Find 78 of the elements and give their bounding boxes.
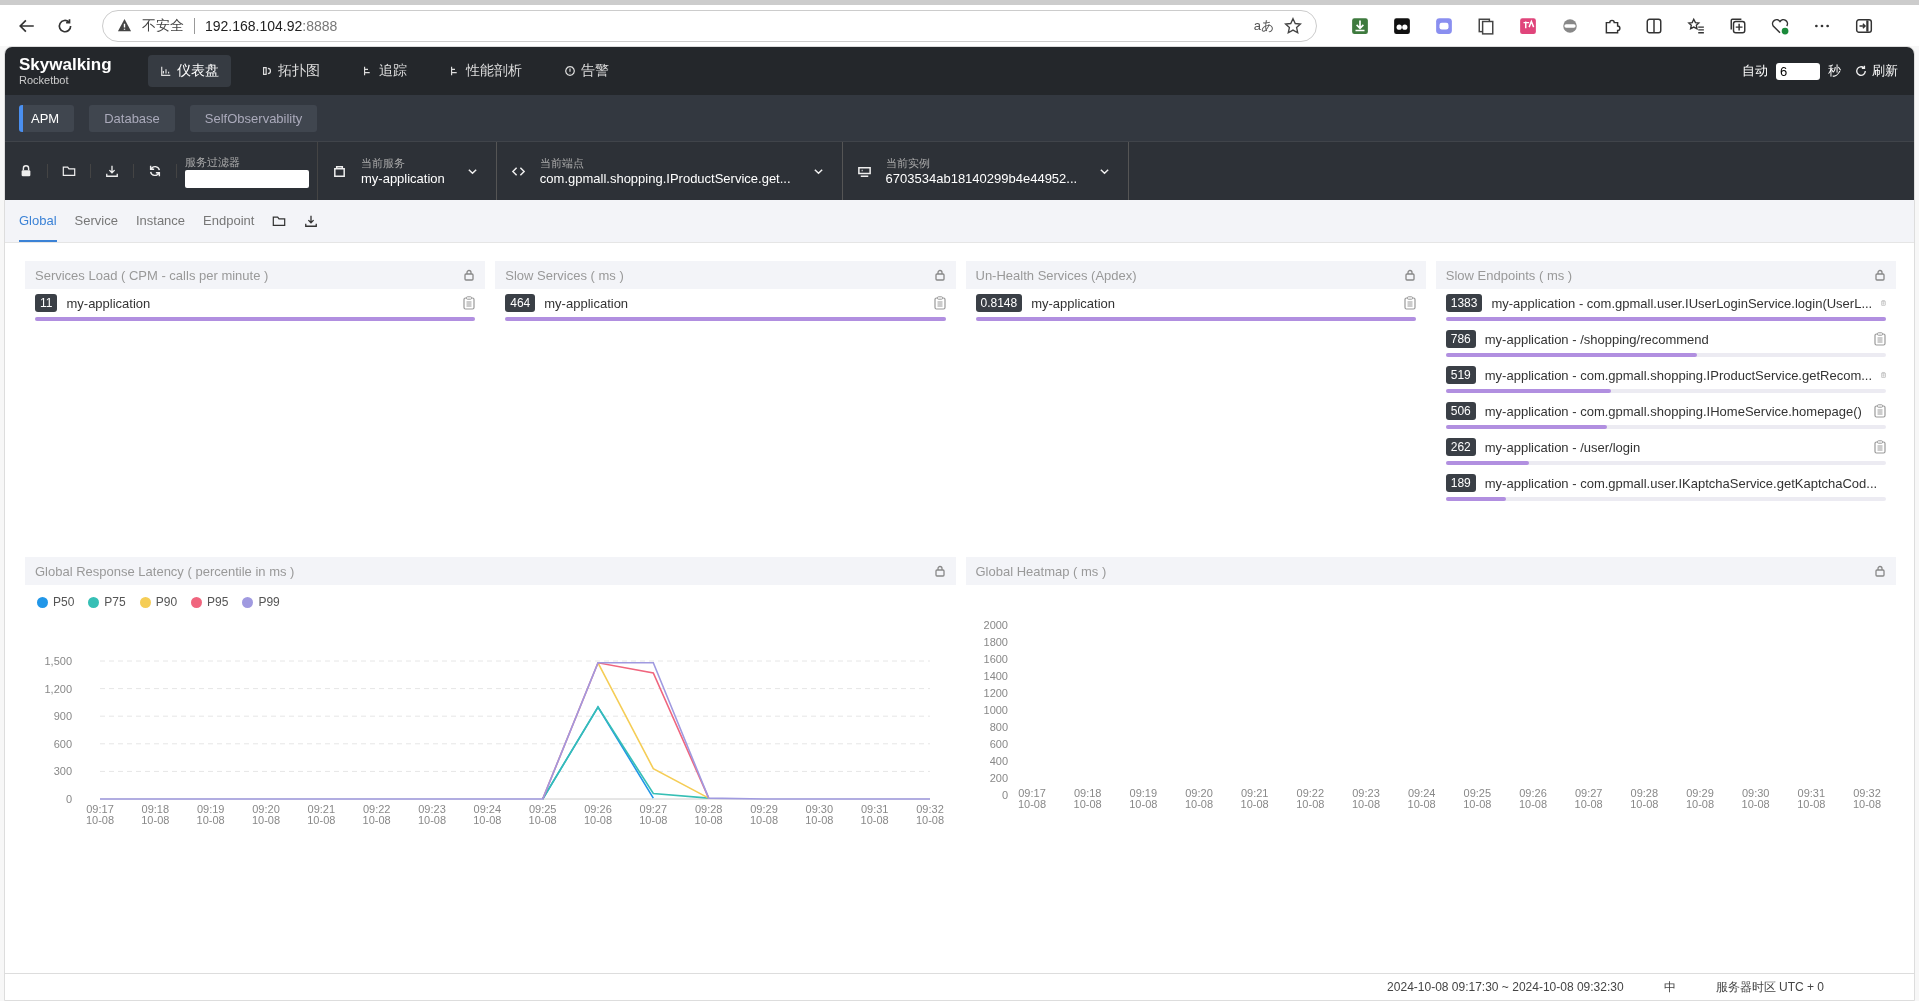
y-tick-label: 0 (65, 793, 72, 805)
x-tick-label: 09:17 10-08 (85, 803, 115, 826)
panel-title: Slow Services ( ms ) (505, 267, 624, 283)
filter-label: 服务过滤器 (185, 154, 241, 170)
timezone-label: 服务器时区 UTC + 0 (1715, 978, 1824, 996)
x-tick-label: 09:31 10-08 (860, 803, 889, 826)
panel-title: Global Response Latency ( percentile in ms ) (35, 563, 295, 579)
y-tick-label: 400 (989, 755, 1008, 767)
x-tick-label: 09:18 10-08 (141, 803, 170, 826)
x-tick-label: 09:30 10-08 (805, 803, 834, 826)
y-tick-label: 1200 (983, 687, 1008, 699)
x-tick-label: 09:22 10-08 (1295, 787, 1324, 810)
x-tick-label: 09:32 10-08 (915, 803, 945, 826)
y-tick-label: 2000 (983, 619, 1008, 631)
seconds-label: 秒 (1828, 62, 1841, 80)
x-tick-label: 09:28 10-08 (694, 803, 723, 826)
url-text: 192.168.104.92:8888 (205, 17, 338, 34)
selector-label: 当前服务 (361, 156, 406, 171)
x-tick-label: 09:20 10-08 (251, 803, 281, 826)
y-tick-label: 0 (1001, 789, 1008, 801)
y-tick-label: 1000 (983, 704, 1008, 716)
x-tick-label: 09:18 10-08 (1073, 787, 1102, 810)
value-badge: 464 (505, 294, 536, 312)
x-tick-label: 09:29 10-08 (749, 803, 779, 826)
x-tick-label: 09:27 10-08 (639, 803, 668, 826)
selector-value: com.gpmall.shopping.IProductService.get... (539, 171, 791, 186)
x-tick-label: 09:20 10-08 (1184, 787, 1213, 810)
y-tick-label: 600 (53, 737, 72, 750)
y-tick-label: 1800 (983, 636, 1008, 648)
x-tick-label: 09:30 10-08 (1741, 787, 1770, 810)
y-tick-label: 600 (989, 738, 1008, 750)
x-tick-label: 09:21 10-08 (307, 803, 336, 826)
security-label: 不安全 (142, 16, 184, 35)
value-badge: 506 (1445, 402, 1476, 420)
y-tick-label: 300 (53, 765, 72, 778)
y-tick-label: 1,500 (44, 655, 72, 667)
value-badge: 262 (1445, 438, 1476, 456)
value-badge: 0.8148 (975, 294, 1023, 312)
selector-label: 当前实例 (885, 156, 931, 171)
x-tick-label: 09:19 10-08 (1128, 787, 1157, 810)
value-badge: 1383 (1445, 294, 1483, 312)
x-tick-label: 09:28 10-08 (1629, 787, 1658, 810)
y-tick-label: 1,200 (44, 682, 72, 695)
panel-title: Slow Endpoints ( ms ) (1445, 267, 1573, 283)
y-tick-label: 800 (989, 721, 1008, 733)
selector-value: my-application (361, 171, 445, 186)
x-tick-label: 09:21 10-08 (1240, 787, 1269, 810)
panel-title: Services Load ( CPM - calls per minute ) (35, 267, 269, 283)
x-tick-label: 09:22 10-08 (362, 803, 391, 826)
selector-label: 当前端点 (539, 156, 585, 171)
selector-value: 6703534ab18140299b4e44952... (885, 171, 1078, 186)
auto-label: 自动 (1742, 62, 1768, 80)
x-tick-label: 09:31 10-08 (1796, 787, 1825, 810)
x-tick-label: 09:26 10-08 (1518, 787, 1547, 810)
x-tick-label: 09:29 10-08 (1685, 787, 1714, 810)
value-badge: 11 (35, 294, 58, 312)
value-badge: 786 (1445, 330, 1476, 348)
x-tick-label: 09:19 10-08 (196, 803, 225, 826)
panel-title: Un-Health Services (Apdex) (975, 267, 1137, 283)
x-tick-label: 09:23 10-08 (417, 803, 447, 826)
x-tick-label: 09:24 10-08 (473, 803, 502, 826)
value-badge: 519 (1445, 366, 1476, 384)
x-tick-label: 09:25 10-08 (528, 803, 557, 826)
y-tick-label: 1400 (983, 670, 1008, 682)
y-tick-label: 1600 (983, 653, 1008, 665)
y-tick-label: 200 (989, 772, 1008, 784)
logo-text: Skywalking (19, 56, 112, 73)
x-tick-label: 09:32 10-08 (1852, 787, 1881, 810)
x-tick-label: 09:25 10-08 (1462, 787, 1491, 810)
x-tick-label: 09:24 10-08 (1407, 787, 1436, 810)
value-badge: 189 (1445, 474, 1476, 492)
y-tick-label: 900 (53, 710, 72, 723)
x-tick-label: 09:27 10-08 (1574, 787, 1603, 810)
x-tick-label: 09:26 10-08 (583, 803, 613, 826)
x-tick-label: 09:17 10-08 (1017, 787, 1046, 810)
logo-subtitle: Rocketbot (19, 75, 70, 86)
x-tick-label: 09:23 10-08 (1351, 787, 1380, 810)
panel-title: Global Heatmap ( ms ) (975, 563, 1107, 579)
